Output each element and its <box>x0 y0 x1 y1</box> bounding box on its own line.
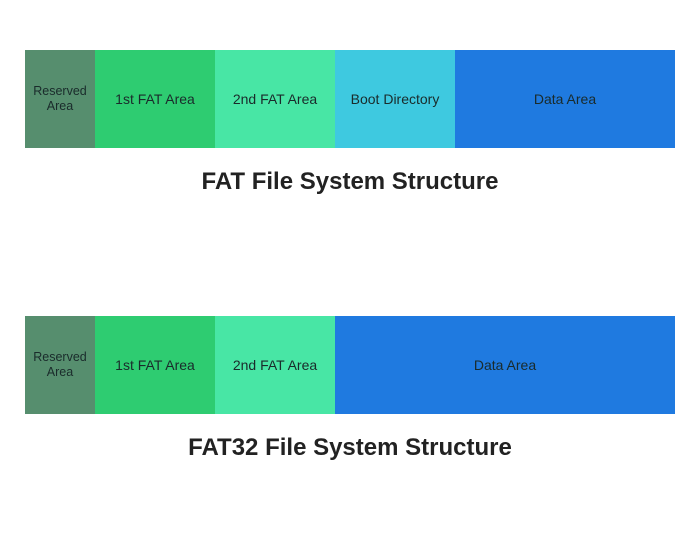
fat-segment-fat1: 1st FAT Area <box>95 50 215 148</box>
fat-segment-fat2: 2nd FAT Area <box>215 50 335 148</box>
fat32-segment-data: Data Area <box>335 316 675 414</box>
fat-segment-reserved: Reserved Area <box>25 50 95 148</box>
fat32-segment-fat2: 2nd FAT Area <box>215 316 335 414</box>
fat32-caption: FAT32 File System Structure <box>25 434 675 462</box>
spacer <box>25 246 674 286</box>
fat32-segment-reserved: Reserved Area <box>25 316 95 414</box>
fat-diagram: Reserved Area 1st FAT Area 2nd FAT Area … <box>25 50 674 196</box>
fat-segment-data: Data Area <box>455 50 675 148</box>
fat32-bar-row: Reserved Area 1st FAT Area 2nd FAT Area … <box>25 316 675 414</box>
fat-segment-bootdir: Boot Directory <box>335 50 455 148</box>
fat32-segment-fat1: 1st FAT Area <box>95 316 215 414</box>
fat32-diagram: Reserved Area 1st FAT Area 2nd FAT Area … <box>25 316 674 462</box>
fat-bar-row: Reserved Area 1st FAT Area 2nd FAT Area … <box>25 50 675 148</box>
fat-caption: FAT File System Structure <box>25 168 675 196</box>
